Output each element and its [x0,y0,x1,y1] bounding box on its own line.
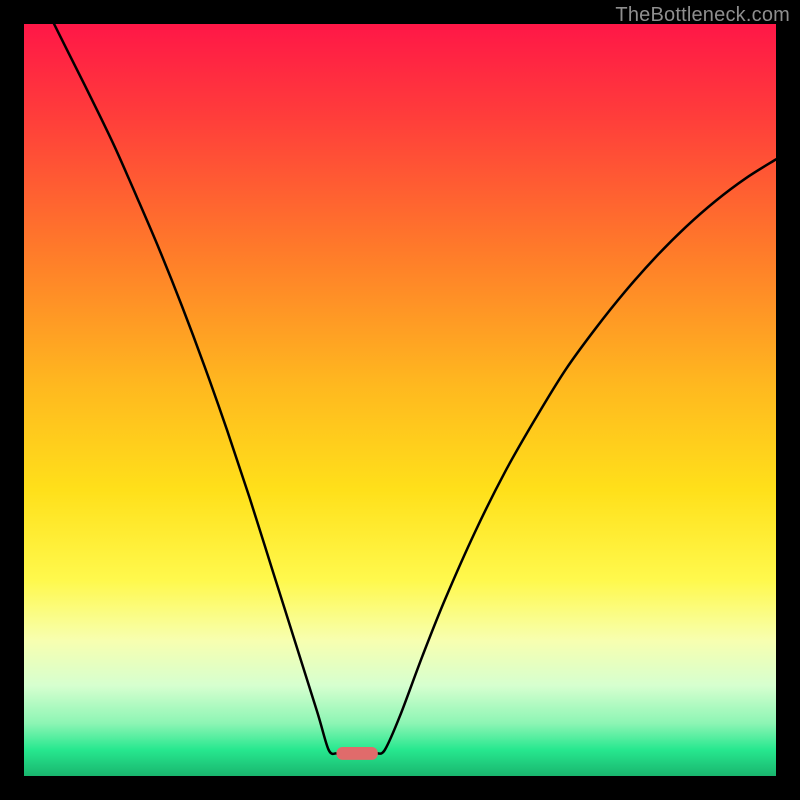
bottleneck-chart [24,24,776,776]
optimal-marker [336,747,377,760]
gradient-background [24,24,776,776]
chart-frame [24,24,776,776]
watermark-text: TheBottleneck.com [615,4,790,27]
